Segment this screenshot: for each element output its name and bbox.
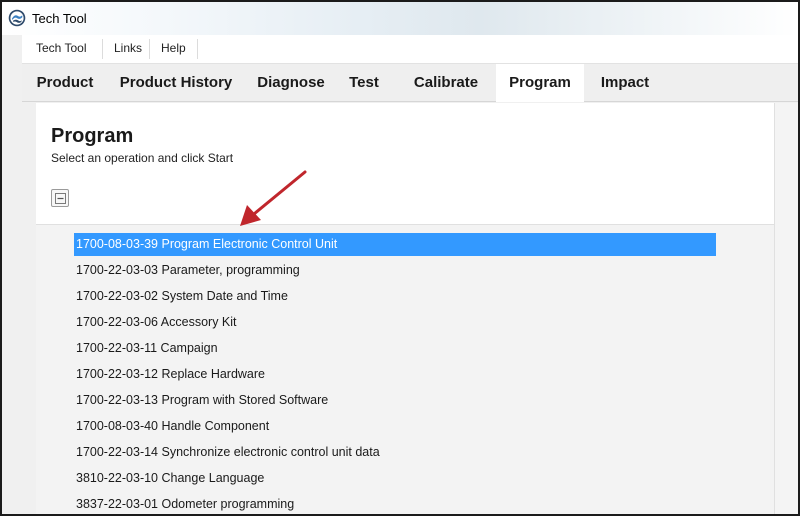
- right-side-panel: [774, 103, 798, 514]
- menu-item-links[interactable]: Links: [108, 41, 148, 55]
- operation-item[interactable]: 3810-22-03-10 Change Language: [74, 467, 264, 490]
- tab-product-history[interactable]: Product History: [110, 64, 242, 102]
- page-title: Program: [51, 125, 134, 147]
- window-title: Tech Tool: [32, 11, 87, 26]
- program-panel: Program Select an operation and click St…: [36, 103, 774, 514]
- collapse-all-button[interactable]: [51, 189, 69, 207]
- tab-calibrate[interactable]: Calibrate: [396, 64, 496, 102]
- menu-item-tech-tool[interactable]: Tech Tool: [30, 41, 92, 55]
- menu-bar: Tech Tool Links Help: [22, 35, 798, 64]
- operation-item[interactable]: 1700-22-03-14 Synchronize electronic con…: [74, 441, 380, 464]
- main-tab-bar: Product Product History Diagnose Test Ca…: [22, 64, 798, 102]
- menu-separator: [102, 39, 103, 59]
- menu-separator: [149, 39, 150, 59]
- operation-item[interactable]: 1700-08-03-40 Handle Component: [74, 415, 269, 438]
- operation-item[interactable]: 3837-22-03-01 Odometer programming: [74, 493, 294, 514]
- operation-item-selected[interactable]: 1700-08-03-39 Program Electronic Control…: [74, 233, 716, 256]
- page-subtitle: Select an operation and click Start: [51, 151, 234, 165]
- title-bar[interactable]: Tech Tool: [2, 2, 798, 35]
- operation-item[interactable]: 1700-22-03-02 System Date and Time: [74, 285, 288, 308]
- operation-item[interactable]: 1700-22-03-06 Accessory Kit: [74, 311, 237, 334]
- operation-item[interactable]: 1700-22-03-13 Program with Stored Softwa…: [74, 389, 328, 412]
- tab-test[interactable]: Test: [340, 64, 388, 102]
- operation-list: 1700-08-03-39 Program Electronic Control…: [36, 224, 774, 514]
- left-margin: [22, 103, 36, 514]
- collapse-icon: [55, 193, 66, 204]
- operation-item[interactable]: 1700-22-03-11 Campaign: [74, 337, 218, 360]
- tech-tool-window: Tech Tool Tech Tool Links Help Product P…: [0, 0, 800, 516]
- operation-item[interactable]: 1700-22-03-12 Replace Hardware: [74, 363, 265, 386]
- tab-diagnose[interactable]: Diagnose: [248, 64, 334, 102]
- menu-separator: [197, 39, 198, 59]
- menu-item-help[interactable]: Help: [155, 41, 192, 55]
- tab-product[interactable]: Product: [28, 64, 102, 102]
- tab-program[interactable]: Program: [496, 64, 584, 102]
- tab-impact[interactable]: Impact: [590, 64, 660, 102]
- operation-item[interactable]: 1700-22-03-03 Parameter, programming: [74, 259, 300, 282]
- tech-tool-logo-icon: [8, 9, 26, 27]
